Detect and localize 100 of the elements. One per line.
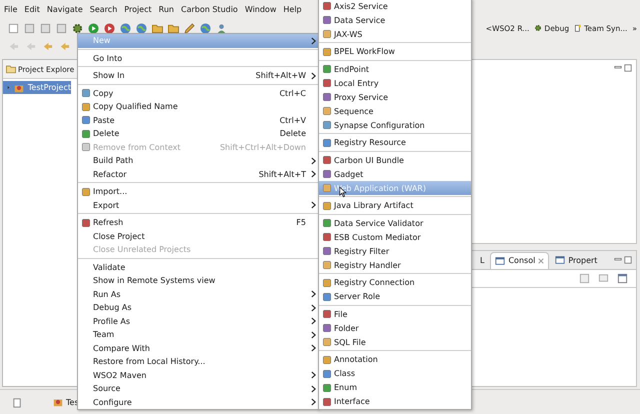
square-icon: [322, 200, 332, 210]
menu-item[interactable]: Refactor Shift+Alt+T: [78, 168, 318, 181]
menu-title[interactable]: Help: [280, 4, 305, 14]
menu-item[interactable]: Run As: [78, 288, 318, 301]
menu-item[interactable]: JAX-WS: [319, 27, 471, 41]
globe-icon[interactable]: [120, 22, 131, 34]
panel-tab[interactable]: Consol: [490, 252, 550, 269]
close-icon[interactable]: [538, 258, 544, 264]
window-icon: [555, 255, 566, 266]
menu-item[interactable]: Registry Resource: [319, 136, 471, 150]
menu-item[interactable]: Profile As: [78, 314, 318, 328]
menu-item[interactable]: SQL File: [319, 335, 471, 349]
document-icon[interactable]: [56, 22, 67, 34]
expand-icon[interactable]: [7, 84, 10, 91]
menu-item[interactable]: Import...: [78, 185, 318, 198]
menu-item[interactable]: Folder: [319, 321, 471, 335]
menu-item[interactable]: Build Path: [78, 154, 318, 168]
document-icon[interactable]: [12, 396, 23, 408]
menu-item[interactable]: File: [319, 307, 471, 321]
square-icon: [322, 120, 332, 130]
menu-item[interactable]: Source: [78, 382, 318, 396]
folder-icon: [6, 64, 16, 74]
menu-item[interactable]: Copy Qualified Name: [78, 100, 318, 114]
square-icon: [322, 323, 332, 333]
document-icon[interactable]: [24, 22, 35, 34]
panel-tab[interactable]: L: [476, 252, 488, 268]
person-icon[interactable]: [216, 22, 227, 34]
menu-item[interactable]: Local Entry: [319, 76, 471, 90]
menu-title[interactable]: Window: [242, 4, 280, 14]
menu-title[interactable]: Edit: [21, 4, 43, 14]
menu-item[interactable]: Axis2 Service: [319, 0, 471, 13]
maximize-icon[interactable]: [624, 64, 632, 72]
menu-item[interactable]: Data Service: [319, 13, 471, 27]
square-icon: [322, 246, 332, 256]
menu-item[interactable]: Team: [78, 328, 318, 342]
menu-title[interactable]: Navigate: [44, 4, 86, 14]
menu-item[interactable]: WSO2 Maven: [78, 368, 318, 382]
menu-title[interactable]: Run: [156, 4, 177, 14]
menu-item[interactable]: Enum: [319, 380, 471, 394]
menu-item[interactable]: Configure: [78, 396, 318, 409]
gear-icon: [534, 24, 542, 32]
menu-item[interactable]: Data Service Validator: [319, 216, 471, 230]
run-icon[interactable]: [104, 22, 115, 34]
menu-title[interactable]: Project: [121, 4, 155, 14]
document-icon: [574, 24, 582, 32]
menu-item[interactable]: Delete Delete: [78, 127, 318, 140]
menu-title[interactable]: Carbon Studio: [178, 4, 241, 14]
arrow-icon[interactable]: [42, 40, 53, 52]
menu-item[interactable]: Class: [319, 366, 471, 380]
menu-item[interactable]: Debug As: [78, 301, 318, 314]
menu-item[interactable]: Registry Filter: [319, 244, 471, 258]
menu-item[interactable]: Show In Shift+Alt+W: [78, 69, 318, 82]
square-icon: [322, 46, 332, 56]
square-icon: [322, 183, 332, 193]
menu-item[interactable]: Validate: [78, 260, 318, 274]
document-icon[interactable]: [8, 22, 19, 34]
menu-item[interactable]: Paste Ctrl+V: [78, 114, 318, 127]
menu-item[interactable]: Proxy Service: [319, 90, 471, 104]
gear-icon[interactable]: [72, 22, 83, 34]
square-icon: [322, 309, 332, 319]
document-icon[interactable]: [617, 273, 628, 284]
window-icon: [495, 256, 506, 266]
menu-item[interactable]: Refresh F5: [78, 216, 318, 230]
tree-item[interactable]: TestProject: [3, 81, 71, 94]
menu-item[interactable]: Restore from Local History...: [78, 355, 318, 368]
menu-item[interactable]: EndPoint: [319, 62, 471, 76]
monitor-icon[interactable]: [598, 273, 609, 284]
menu-title[interactable]: Search: [86, 4, 120, 14]
menu-item[interactable]: Copy Ctrl+C: [78, 86, 318, 100]
menu-item[interactable]: Go Into: [78, 52, 318, 65]
menu-item[interactable]: Synapse Configuration: [319, 118, 471, 132]
menu-item[interactable]: Gadget: [319, 167, 471, 181]
panel-tab[interactable]: Propert: [551, 252, 602, 268]
square-icon: [322, 29, 332, 39]
menu-item[interactable]: Sequence: [319, 104, 471, 118]
menu-item[interactable]: Compare With: [78, 342, 318, 355]
menu-item[interactable]: Export: [78, 198, 318, 212]
run-icon[interactable]: [88, 22, 99, 34]
menu-item[interactable]: Server Role: [319, 290, 471, 304]
document-icon[interactable]: [40, 22, 51, 34]
menu-item[interactable]: Interface: [319, 394, 471, 408]
menu-item[interactable]: Registry Connection: [319, 276, 471, 290]
arrow-icon[interactable]: [59, 40, 70, 52]
menu-item[interactable]: Registry Handler: [319, 258, 471, 272]
menu-item[interactable]: Annotation: [319, 352, 471, 366]
globe-icon[interactable]: [200, 22, 211, 34]
globe-icon[interactable]: [136, 22, 147, 34]
square-icon: [322, 396, 332, 406]
menu-item[interactable]: ESB Custom Mediator: [319, 230, 471, 244]
menu-item[interactable]: Close Project: [78, 230, 318, 243]
menu-item[interactable]: Java Library Artifact: [319, 198, 471, 212]
menu-item[interactable]: Carbon UI Bundle: [319, 153, 471, 167]
maximize-icon[interactable]: [624, 256, 632, 264]
square-icon: [322, 155, 332, 165]
document-icon[interactable]: [579, 273, 590, 284]
square-icon: [322, 15, 332, 25]
square-icon: [322, 292, 332, 302]
menu-title[interactable]: File: [1, 4, 20, 14]
menu-item[interactable]: Show in Remote Systems view: [78, 274, 318, 288]
menu-item[interactable]: BPEL WorkFlow: [319, 44, 471, 58]
